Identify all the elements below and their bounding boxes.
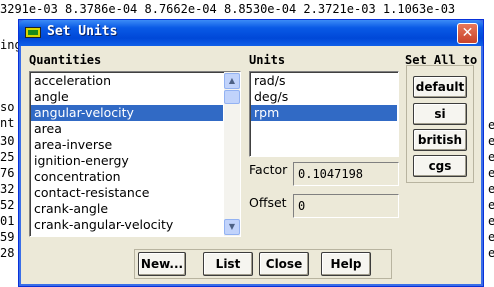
quantities-listbox[interactable]: acceleration angle angular-velocity area…	[29, 71, 241, 237]
cgs-button[interactable]: cgs	[413, 155, 467, 177]
console-line: e	[488, 166, 494, 180]
console-line: e	[488, 118, 494, 132]
console-line: nt	[0, 116, 15, 130]
console-line: 32	[0, 182, 15, 196]
factor-field[interactable]: 0.1047198	[293, 162, 399, 186]
console-line: so	[0, 100, 15, 114]
unit-item[interactable]: deg/s	[251, 89, 397, 105]
close-button[interactable]: Close	[259, 252, 309, 276]
units-list: rad/s deg/s rpm	[251, 73, 397, 121]
console-line: e	[488, 134, 494, 148]
console-line: e	[488, 246, 494, 260]
console-line: 76	[0, 166, 15, 180]
console-line: 25	[0, 150, 15, 164]
app-icon	[25, 27, 41, 38]
british-button[interactable]: british	[413, 129, 467, 151]
units-label: Units	[249, 53, 286, 67]
offset-field[interactable]: 0	[293, 194, 399, 218]
console-line: 28	[0, 246, 15, 260]
quantity-item[interactable]: angle	[31, 89, 223, 105]
quantities-label: Quantities	[29, 53, 102, 67]
close-window-button[interactable]: ✕	[457, 23, 478, 44]
units-listbox[interactable]: rad/s deg/s rpm	[249, 71, 399, 157]
console-line: e	[488, 230, 494, 244]
console-line: 01	[0, 214, 15, 228]
factor-label: Factor	[249, 162, 288, 177]
quantity-item[interactable]: crank-angular-velocity	[31, 217, 223, 233]
quantity-item[interactable]: ignition-energy	[31, 153, 223, 169]
unit-item-selected[interactable]: rpm	[251, 105, 397, 121]
console-line: 3291e-03 8.3786e-04 8.7662e-04 8.8530e-0…	[0, 2, 456, 16]
quantity-item[interactable]: crank-angle	[31, 201, 223, 217]
new-button[interactable]: New...	[138, 252, 186, 276]
quantity-item-selected[interactable]: angular-velocity	[31, 105, 223, 121]
console-line: e	[488, 182, 494, 196]
offset-label: Offset	[249, 195, 287, 210]
default-button[interactable]: default	[413, 76, 467, 98]
set-units-dialog: Set Units ✕ Quantities acceleration angl…	[18, 19, 484, 287]
quantities-scrollbar[interactable]: ▲ ▼	[224, 72, 240, 236]
quantity-item[interactable]: concentration	[31, 169, 223, 185]
window-title: Set Units	[47, 24, 118, 39]
title-bar[interactable]: Set Units ✕	[19, 20, 483, 46]
help-button[interactable]: Help	[321, 252, 371, 276]
list-button[interactable]: List	[203, 252, 253, 276]
quantity-item[interactable]: area-inverse	[31, 137, 223, 153]
console-line: e	[488, 198, 494, 212]
console-line: 30	[0, 134, 15, 148]
scroll-thumb[interactable]	[224, 90, 240, 104]
console-line: e	[488, 150, 494, 164]
scroll-down-icon[interactable]: ▼	[224, 219, 240, 235]
scroll-up-icon[interactable]: ▲	[224, 73, 240, 89]
quantity-item[interactable]: acceleration	[31, 73, 223, 89]
unit-item[interactable]: rad/s	[251, 73, 397, 89]
quantities-list: acceleration angle angular-velocity area…	[31, 73, 223, 233]
quantity-item[interactable]: contact-resistance	[31, 185, 223, 201]
quantity-item[interactable]: area	[31, 121, 223, 137]
console-line: 52	[0, 198, 15, 212]
console-line: 59	[0, 230, 15, 244]
si-button[interactable]: si	[413, 103, 467, 125]
console-line: e	[488, 214, 494, 228]
